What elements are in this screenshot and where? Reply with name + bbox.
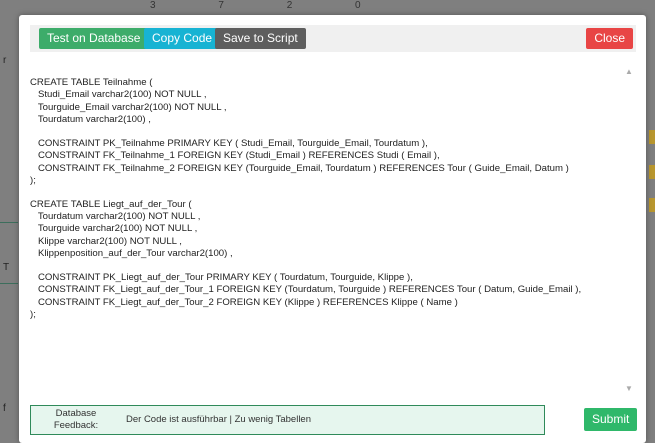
close-button[interactable]: Close [586, 28, 633, 49]
background-divider [0, 222, 18, 223]
copy-code-button[interactable]: Copy Code [144, 28, 221, 49]
background-glyph: T [3, 262, 10, 273]
code-line: CREATE TABLE Liegt_auf_der_Tour ( [30, 199, 192, 211]
code-line: Studi_Email varchar2(100) NOT NULL , [30, 89, 207, 101]
database-feedback-box: Database Feedback: Der Code ist ausführb… [30, 405, 545, 435]
code-line: CONSTRAINT PK_Liegt_auf_der_Tour PRIMARY… [30, 272, 413, 284]
code-line: Tourdatum varchar2(100) NOT NULL , [30, 211, 201, 223]
scroll-up-icon[interactable]: ▲ [624, 67, 634, 76]
code-line: Tourguide varchar2(100) NOT NULL , [30, 223, 198, 235]
code-line: Klippe varchar2(100) NOT NULL , [30, 235, 182, 247]
feedback-label-line: Feedback: [53, 420, 99, 431]
feedback-message: Der Code ist ausführbar | Zu wenig Tabel… [126, 414, 312, 425]
code-line: ); [30, 308, 36, 320]
code-line: CONSTRAINT FK_Teilnahme_2 FOREIGN KEY (T… [30, 162, 569, 174]
background-stat: 7 [218, 0, 224, 11]
background-stat: 2 [286, 0, 293, 11]
save-to-script-button[interactable]: Save to Script [215, 28, 306, 49]
background-accent [649, 198, 655, 212]
code-line: Tourguide_Email varchar2(100) NOT NULL , [30, 101, 227, 113]
code-line: CREATE TABLE Teilnahme ( [30, 77, 153, 89]
code-line: CONSTRAINT FK_Teilnahme_1 FOREIGN KEY (S… [30, 150, 440, 162]
sql-code-area[interactable]: CREATE TABLE Teilnahme ( Studi_Email var… [30, 65, 622, 395]
code-line: ); [30, 174, 36, 186]
sql-code: CREATE TABLE Teilnahme ( Studi_Email var… [30, 65, 622, 321]
scroll-down-icon[interactable]: ▼ [624, 384, 634, 393]
background-stats: 3 7 2 0 [150, 0, 650, 14]
modal-toolbar: Test on Database Copy Code Save to Scrip… [30, 25, 636, 52]
code-line: Tourdatum varchar2(100) , [30, 113, 151, 125]
code-modal: Test on Database Copy Code Save to Scrip… [19, 15, 646, 443]
feedback-label-line: Database [55, 408, 97, 419]
background-glyph: f [3, 403, 6, 414]
background-stat: 0 [355, 0, 361, 11]
code-line: CONSTRAINT FK_Liegt_auf_der_Tour_2 FOREI… [30, 296, 458, 308]
background-glyph: r [3, 55, 7, 66]
code-scrollbar[interactable]: ▲ ▼ [624, 65, 634, 395]
code-line: Klippenposition_auf_der_Tour varchar2(10… [30, 247, 233, 259]
background-accent [649, 165, 655, 179]
background-accent [649, 130, 655, 144]
background-divider [0, 283, 18, 284]
code-line: CONSTRAINT PK_Teilnahme PRIMARY KEY ( St… [30, 138, 428, 150]
code-line: CONSTRAINT FK_Liegt_auf_der_Tour_1 FOREI… [30, 284, 582, 296]
feedback-label: Database Feedback: [31, 408, 121, 432]
test-on-database-button[interactable]: Test on Database [39, 28, 149, 49]
background-stat: 3 [150, 0, 156, 11]
submit-button[interactable]: Submit [584, 408, 638, 431]
